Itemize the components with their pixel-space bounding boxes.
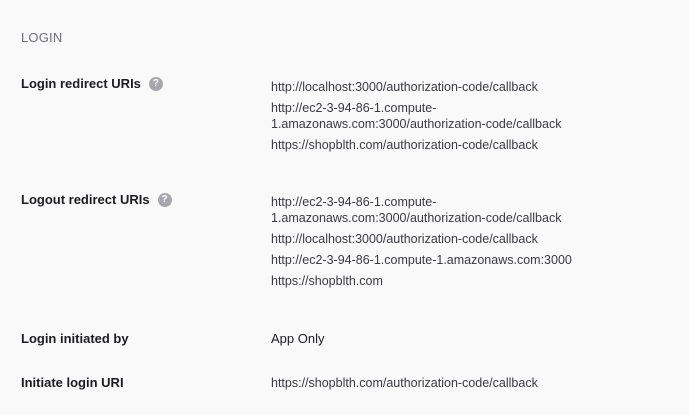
login-redirect-uri: http://localhost:3000/authorization-code… <box>271 80 538 94</box>
login-redirect-uri: https://shopblth.com/authorization-code/… <box>271 138 538 152</box>
login-redirect-values: http://localhost:3000/authorization-code… <box>271 79 671 158</box>
initiate-login-uri-label: Initiate login URI <box>21 375 124 390</box>
question-icon[interactable]: ? <box>157 192 172 207</box>
login-redirect-label: Login redirect URIs <box>21 76 141 91</box>
login-initiated-value: App Only <box>271 331 325 346</box>
initiate-login-uri-value: https://shopblth.com/authorization-code/… <box>271 376 538 390</box>
login-initiated-values: App Only <box>271 331 671 346</box>
logout-redirect-values: http://ec2-3-94-86-1.compute-1.amazonaws… <box>271 194 671 294</box>
question-icon[interactable]: ? <box>148 76 163 91</box>
section-title: LOGIN <box>21 30 63 45</box>
login-settings-panel: LOGIN Login redirect URIs ? http://local… <box>0 0 689 415</box>
logout-redirect-uri: http://ec2-3-94-86-1.compute-1.amazonaws… <box>271 253 572 267</box>
login-redirect-label-wrap: Login redirect URIs ? <box>21 76 163 91</box>
login-redirect-uri: http://ec2-3-94-86-1.compute-1.amazonaws… <box>271 101 562 131</box>
logout-redirect-label: Logout redirect URIs <box>21 192 150 207</box>
initiate-login-uri-values: https://shopblth.com/authorization-code/… <box>271 375 671 396</box>
logout-redirect-uri: https://shopblth.com <box>271 274 383 288</box>
logout-redirect-uri: http://ec2-3-94-86-1.compute-1.amazonaws… <box>271 195 562 225</box>
login-initiated-label: Login initiated by <box>21 331 129 346</box>
logout-redirect-uri: http://localhost:3000/authorization-code… <box>271 232 538 246</box>
logout-redirect-label-wrap: Logout redirect URIs ? <box>21 192 172 207</box>
